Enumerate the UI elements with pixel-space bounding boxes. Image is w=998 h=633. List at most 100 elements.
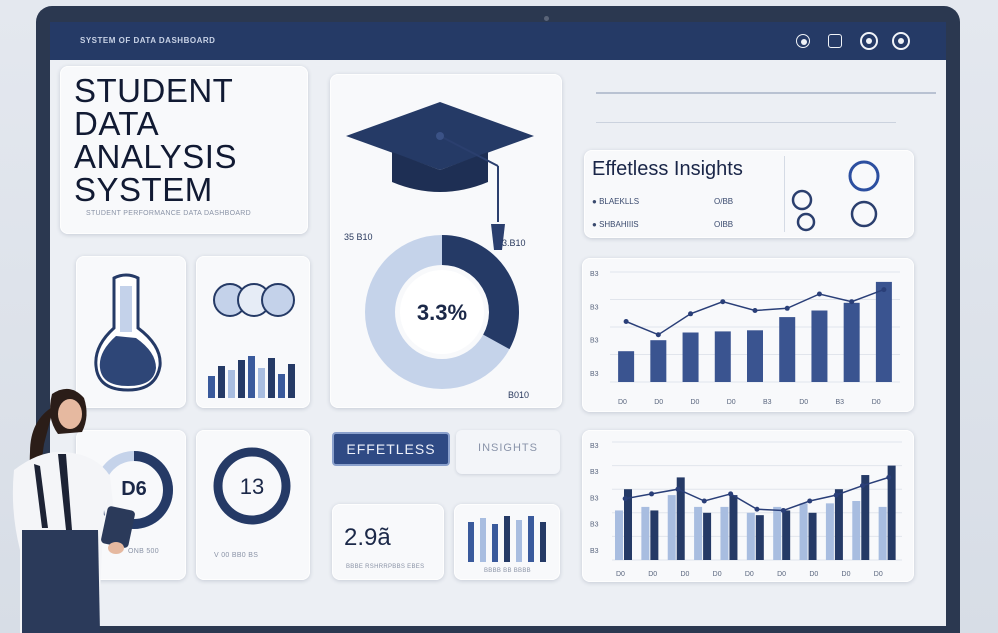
list-item: ● SHBAHIIIS bbox=[592, 220, 639, 229]
divider bbox=[596, 122, 896, 123]
bar bbox=[618, 351, 635, 382]
x-tick-label: D0 bbox=[777, 571, 786, 578]
bar bbox=[747, 330, 763, 382]
bar-light bbox=[799, 503, 808, 560]
row-value: O/BB bbox=[714, 197, 734, 206]
x-tick-label: D0 bbox=[713, 571, 722, 578]
x-tick-label: D0 bbox=[648, 571, 657, 578]
metrics-card bbox=[196, 256, 310, 408]
donut-card: 35 B10 3.B10 B010 3.3% bbox=[330, 74, 562, 408]
y-tick-label: B3 bbox=[590, 371, 599, 378]
insights-button[interactable]: INSIGHTS bbox=[456, 430, 560, 474]
app-header: SYSTEM OF DATA DASHBOARD bbox=[50, 22, 946, 60]
row-value: OIBB bbox=[714, 220, 734, 229]
line-point bbox=[754, 506, 760, 512]
settings-icon[interactable] bbox=[796, 34, 810, 48]
globe-icon bbox=[261, 283, 295, 317]
app-title: SYSTEM OF DATA DASHBOARD bbox=[80, 36, 216, 45]
y-tick-label: B3 bbox=[590, 443, 599, 450]
x-tick-label: D0 bbox=[680, 571, 689, 578]
bar bbox=[779, 317, 796, 382]
bar-dark bbox=[703, 512, 712, 560]
mini-bars-label: BBBB BB BBBB bbox=[484, 568, 531, 574]
bar bbox=[875, 281, 892, 382]
bar bbox=[811, 310, 828, 382]
record-icon[interactable] bbox=[860, 32, 878, 50]
bar-light bbox=[852, 501, 861, 560]
bar bbox=[714, 331, 731, 382]
bar bbox=[682, 332, 699, 382]
title-line: DATA bbox=[74, 105, 160, 142]
y-tick-label: B3 bbox=[590, 495, 599, 502]
grouped-bar-chart-svg: B3 B3 B3 B3 B3 D0 D0 D0 D0 D0 D0 D0 D0 D0 bbox=[590, 441, 902, 578]
insights-title: Effetless Insights bbox=[592, 158, 743, 180]
line-point bbox=[780, 507, 786, 513]
bar-dark bbox=[729, 495, 738, 560]
y-tick-label: B3 bbox=[590, 338, 599, 345]
bar-dark bbox=[755, 515, 764, 560]
ring-label: V 00 BB0 BS bbox=[214, 552, 259, 559]
bar-dark bbox=[650, 510, 659, 560]
line-point bbox=[649, 491, 655, 497]
x-tick-label: D0 bbox=[727, 399, 736, 406]
line-point bbox=[849, 299, 855, 305]
title-line: SYSTEM bbox=[74, 171, 213, 208]
line-point bbox=[859, 483, 865, 489]
x-tick-label: D0 bbox=[874, 571, 883, 578]
bar bbox=[843, 302, 860, 382]
grouped-bar-chart: B3 B3 B3 B3 B3 D0 D0 D0 D0 D0 D0 D0 D0 D0 bbox=[582, 430, 914, 582]
row-label: BLAEKLLS bbox=[599, 197, 640, 206]
bar-light bbox=[720, 506, 729, 560]
stat-card: 2.9ã BBBE RSHRRPBBS EBES bbox=[332, 504, 444, 580]
line-point bbox=[833, 492, 839, 498]
y-tick-label: B3 bbox=[590, 271, 599, 278]
bar-line-chart-svg: B3 B3 B3 B3 D0 D0 D0 D0 B3 D0 B3 D0 bbox=[590, 271, 900, 406]
trend-line bbox=[625, 476, 890, 512]
donut-right-label: 3.B10 bbox=[502, 238, 526, 248]
title-line: STUDENT bbox=[74, 72, 234, 109]
line-point bbox=[728, 491, 734, 497]
x-tick-label: D0 bbox=[872, 399, 881, 406]
power-icon[interactable] bbox=[892, 32, 910, 50]
bar-line-chart: B3 B3 B3 B3 D0 D0 D0 D0 B3 D0 B3 D0 bbox=[582, 258, 914, 412]
x-tick-label: D0 bbox=[842, 571, 851, 578]
x-tick-label: B3 bbox=[763, 399, 772, 406]
row-label: SHBAHIIIS bbox=[599, 220, 639, 229]
x-tick-label: D0 bbox=[799, 399, 808, 406]
bar-light bbox=[667, 495, 676, 560]
effortless-button[interactable]: EFFETLESS bbox=[332, 432, 450, 466]
bar-dark bbox=[782, 510, 791, 560]
line-point bbox=[655, 332, 661, 338]
x-tick-label: D0 bbox=[745, 571, 754, 578]
line-point bbox=[623, 319, 629, 324]
ring-card: 13 V 00 BB0 BS bbox=[196, 430, 310, 580]
bar-dark bbox=[808, 512, 817, 560]
y-tick-label: B3 bbox=[590, 304, 599, 311]
list-item: ● BLAEKLLS bbox=[592, 197, 640, 206]
y-tick-label: B3 bbox=[590, 548, 599, 555]
divider bbox=[596, 92, 936, 94]
bar-light bbox=[694, 506, 703, 560]
webcam-dot bbox=[544, 16, 549, 21]
bar-light bbox=[746, 512, 755, 560]
line-point bbox=[816, 291, 822, 297]
line-point bbox=[720, 299, 726, 305]
x-tick-label: D0 bbox=[618, 399, 627, 406]
donut-left-label: 35 B10 bbox=[344, 232, 373, 242]
x-tick-label: B3 bbox=[836, 399, 845, 406]
stat-value: 2.9ã bbox=[344, 524, 391, 551]
bar-dark bbox=[834, 489, 843, 560]
line-point bbox=[688, 311, 694, 317]
title-line: ANALYSIS bbox=[74, 138, 237, 175]
person-illustration bbox=[12, 388, 135, 633]
x-tick-label: D0 bbox=[691, 399, 700, 406]
insights-card: Effetless Insights ● BLAEKLLS O/BB ● SHB… bbox=[584, 150, 914, 238]
title-subtitle: STUDENT PERFORMANCE DATA DASHBOARD bbox=[86, 210, 251, 217]
line-point bbox=[807, 498, 813, 504]
bar-light bbox=[878, 506, 887, 560]
system-title: STUDENT DATA ANALYSIS SYSTEM bbox=[74, 74, 237, 206]
toggle-icon bbox=[791, 189, 813, 211]
line-point bbox=[622, 496, 628, 502]
stat-label: BBBE RSHRRPBBS EBES bbox=[346, 564, 425, 570]
image-icon[interactable] bbox=[828, 34, 842, 48]
